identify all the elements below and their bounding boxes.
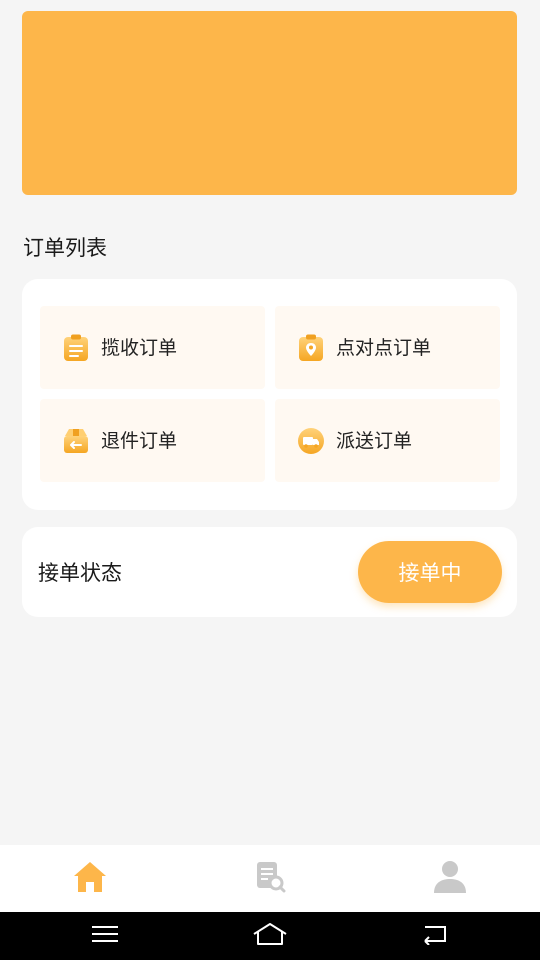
accepting-orders-toggle[interactable]: 接单中 [358, 541, 502, 603]
back-icon [421, 923, 449, 949]
order-status-label: 接单状态 [38, 561, 122, 585]
tab-home[interactable] [0, 845, 180, 912]
delivery-truck-icon [297, 427, 325, 455]
order-tile-delivery[interactable]: 派送订单 [275, 399, 500, 482]
home-outline-icon [252, 922, 288, 950]
order-tile-label: 派送订单 [336, 429, 413, 452]
order-search-icon [253, 860, 287, 898]
order-tile-point-to-point[interactable]: 点对点订单 [275, 306, 500, 389]
app-screen: 订单列表 揽收订单 点对点订单 退件订单 派送订单 接单状态 接单中 [0, 0, 540, 960]
system-nav-bar [0, 912, 540, 960]
location-pin-icon [297, 334, 325, 362]
order-tile-label: 揽收订单 [101, 336, 178, 359]
order-tile-pickup[interactable]: 揽收订单 [40, 306, 265, 389]
nav-home-button[interactable] [240, 912, 300, 960]
order-list-title: 订单列表 [23, 236, 107, 260]
tab-orders[interactable] [180, 845, 360, 912]
user-icon [432, 859, 468, 899]
nav-menu-button[interactable] [75, 912, 135, 960]
return-box-icon [62, 427, 90, 455]
order-tile-label: 退件订单 [101, 429, 178, 452]
tab-profile[interactable] [360, 845, 540, 912]
menu-icon [91, 924, 119, 948]
clipboard-icon [62, 334, 90, 362]
order-tile-return[interactable]: 退件订单 [40, 399, 265, 482]
order-list-card: 揽收订单 点对点订单 退件订单 派送订单 [22, 279, 517, 510]
order-tile-label: 点对点订单 [336, 336, 432, 359]
banner[interactable] [22, 11, 517, 195]
nav-back-button[interactable] [405, 912, 465, 960]
order-status-card: 接单状态 接单中 [22, 527, 517, 617]
home-icon [72, 860, 108, 898]
bottom-tab-bar [0, 845, 540, 912]
